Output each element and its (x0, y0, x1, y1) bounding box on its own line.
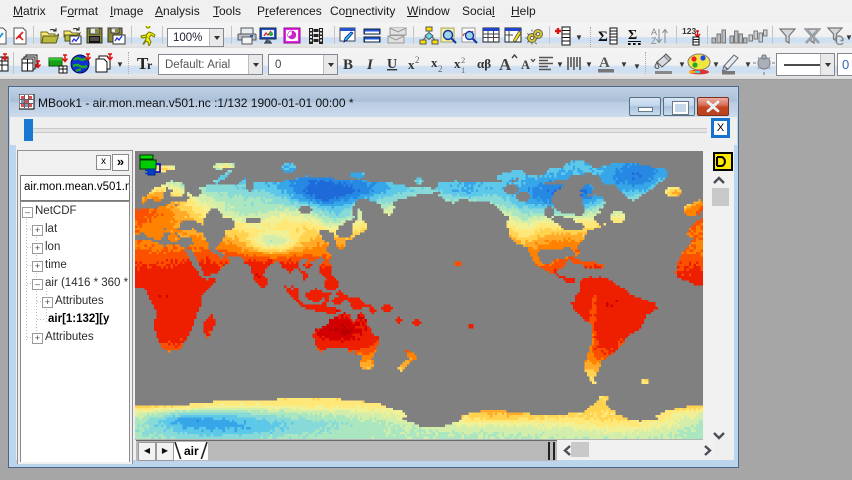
svg-text:r: r (147, 58, 153, 72)
svg-text:1: 1 (461, 65, 465, 74)
svg-text:2: 2 (461, 55, 465, 65)
svg-text:2: 2 (438, 64, 443, 74)
svg-text:A: A (499, 55, 512, 74)
svg-text:U: U (387, 57, 397, 72)
svg-text:αβ: αβ (477, 56, 491, 71)
svg-text:Z: Z (651, 36, 657, 46)
svg-text:x: x (431, 55, 438, 70)
svg-text:x: x (408, 57, 415, 72)
svg-text:B: B (343, 57, 353, 73)
svg-text:123: 123 (682, 26, 696, 36)
svg-text:A: A (599, 55, 610, 71)
svg-text:2: 2 (415, 55, 420, 65)
svg-text:I: I (366, 57, 374, 73)
svg-text:Σ: Σ (598, 29, 608, 45)
svg-text:A: A (521, 58, 530, 72)
svg-text:x: x (454, 56, 461, 71)
svg-text:Σ: Σ (628, 28, 637, 43)
